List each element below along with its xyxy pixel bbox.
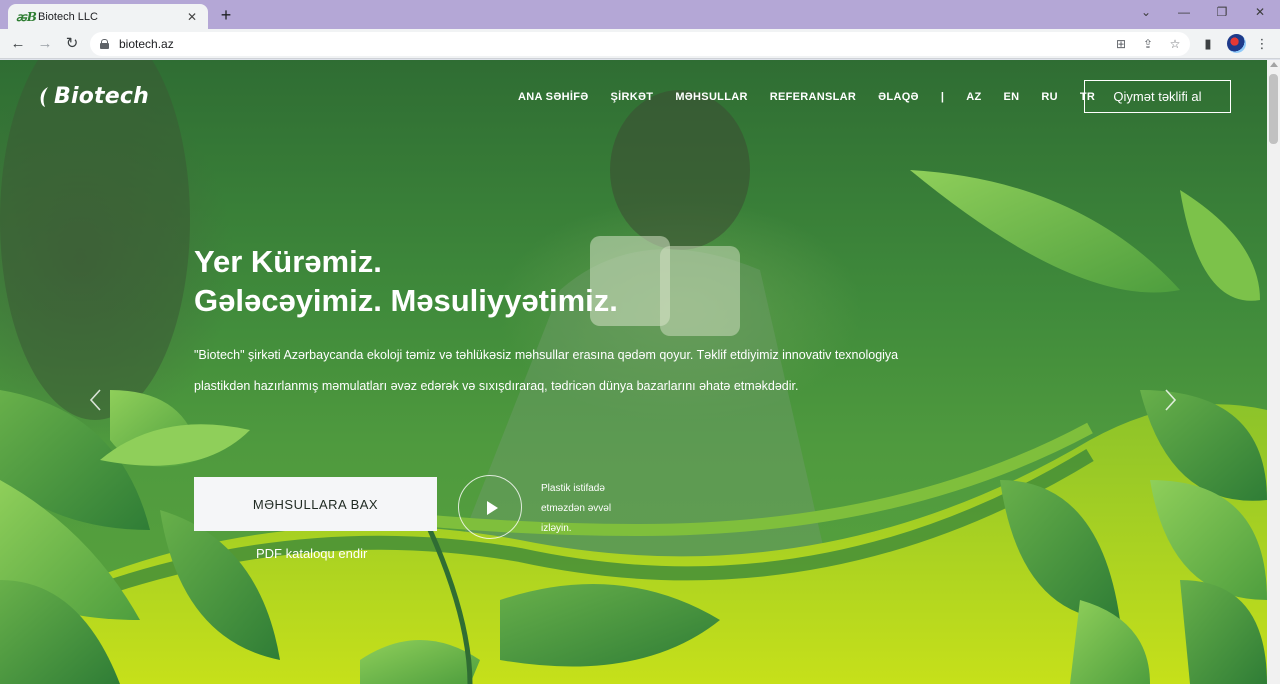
forward-icon[interactable]: → [35,34,55,54]
browser-tab-strip: ꬱB Biotech LLC ✕ + ⌄ — ❐ ✕ [0,0,1280,29]
share-icon[interactable]: ⇪ [1140,36,1156,52]
minimize-button[interactable]: — [1174,5,1194,19]
site-logo[interactable]: Biotech [38,84,149,109]
hero-title-line-1: Yer Kürəmiz. [194,244,382,279]
address-bar[interactable]: biotech.az ⊞ ⇪ ☆ [90,32,1190,56]
browser-toolbar: ← → ↻ biotech.az ⊞ ⇪ ☆ ▮ ⋮ [0,29,1280,59]
play-video-icon[interactable] [458,475,522,539]
lang-az[interactable]: AZ [966,91,981,103]
lock-icon[interactable] [100,39,109,49]
pdf-catalog-link[interactable]: PDF kataloqu endir [256,546,367,561]
page-scrollbar[interactable] [1267,60,1280,684]
tab-title: Biotech LLC [38,10,98,23]
nav-item-company[interactable]: ŞİRKƏT [611,91,654,103]
get-quote-button[interactable]: Qiymət təklifi al [1084,80,1231,113]
main-navigation: ANA SƏHİFƏ ŞİRKƏT MƏHSULLAR REFERANSLAR … [518,91,1117,103]
translate-icon[interactable]: ⊞ [1113,36,1129,52]
nav-separator: | [940,91,945,103]
reload-icon[interactable]: ↻ [62,34,82,54]
url-text[interactable]: biotech.az [119,37,174,51]
logo-text: Biotech [54,84,149,109]
maximize-button[interactable]: ❐ [1212,5,1232,19]
slider-next-icon[interactable] [1164,388,1178,412]
scroll-thumb[interactable] [1269,74,1278,144]
side-panel-icon[interactable]: ▮ [1199,35,1217,53]
lang-en[interactable]: EN [1004,91,1020,103]
lang-ru[interactable]: RU [1041,91,1058,103]
profile-avatar[interactable] [1227,34,1246,53]
view-products-button[interactable]: MƏHSULLARA BAX [194,477,437,531]
browser-menu-icon[interactable]: ⋮ [1253,35,1271,53]
browser-tab[interactable]: ꬱB Biotech LLC ✕ [8,4,208,29]
nav-item-contact[interactable]: ƏLAQƏ [878,91,919,103]
tab-search-icon[interactable]: ⌄ [1136,5,1156,19]
back-icon[interactable]: ← [8,34,28,54]
hero-title: Yer Kürəmiz. Gələcəyimiz. Məsuliyyətimiz… [194,242,618,320]
hero-title-line-2: Gələcəyimiz. Məsuliyyətimiz. [194,283,618,318]
slider-prev-icon[interactable] [88,388,102,412]
biotech-favicon-icon: ꬱB [16,10,37,24]
bookmark-star-icon[interactable]: ☆ [1167,36,1183,52]
close-window-button[interactable]: ✕ [1250,5,1270,19]
leaf-logo-icon [40,86,48,107]
tab-close-icon[interactable]: ✕ [184,10,200,24]
new-tab-button[interactable]: + [216,5,236,25]
nav-item-products[interactable]: MƏHSULLAR [675,91,747,103]
nav-item-home[interactable]: ANA SƏHİFƏ [518,91,589,103]
scroll-up-arrow-icon[interactable] [1270,62,1278,67]
hero-description: "Biotech" şirkəti Azərbaycanda ekoloji t… [194,348,899,393]
video-caption[interactable]: Plastik istifadə etməzdən əvvəl izləyin. [541,479,641,539]
hero-section: Biotech ANA SƏHİFƏ ŞİRKƏT MƏHSULLAR REFE… [0,60,1267,684]
nav-item-references[interactable]: REFERANSLAR [770,91,856,103]
